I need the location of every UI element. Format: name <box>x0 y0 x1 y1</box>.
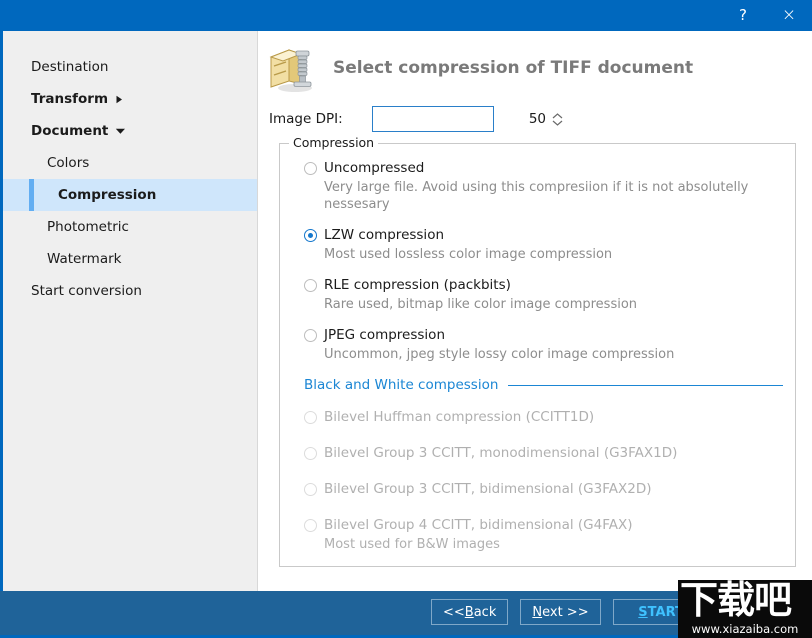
option-bilevel-g3fax1d: Bilevel Group 3 CCITT, monodimensional (… <box>304 443 789 463</box>
sidebar-item-document[interactable]: Document <box>3 115 257 147</box>
option-row: Bilevel Huffman compression (CCITT1D) <box>304 407 789 427</box>
black-and-white-section-header: Black and White compession <box>304 377 789 393</box>
back-button-accelerator: B <box>465 605 474 620</box>
application-window: ? × Destination Transform Document <box>0 0 812 638</box>
sidebar-item-photometric[interactable]: Photometric <box>3 211 257 243</box>
option-row: Bilevel Group 3 CCITT, bidimensional (G3… <box>304 479 789 499</box>
stepper-arrows[interactable] <box>552 107 567 131</box>
sidebar-item-label: Document <box>31 123 108 139</box>
option-description: Rare used, bitmap like color image compr… <box>304 296 789 313</box>
section-divider <box>508 385 783 386</box>
window-body: Destination Transform Document Colors <box>0 31 812 591</box>
option-description: Uncommon, jpeg style lossy color image c… <box>304 346 789 363</box>
page-title: Select compression of TIFF document <box>333 58 693 78</box>
zip-archive-icon <box>265 41 319 95</box>
fieldset-legend: Compression <box>289 135 378 150</box>
radio-bilevel-g4fax <box>304 519 317 532</box>
option-jpeg-compression[interactable]: JPEG compression Uncommon, jpeg style lo… <box>304 325 789 363</box>
option-lzw-compression[interactable]: LZW compression Most used lossless color… <box>304 225 789 263</box>
compression-fieldset: Compression Uncompressed Very large file… <box>279 143 796 567</box>
option-label: Bilevel Group 3 CCITT, bidimensional (G3… <box>324 481 652 497</box>
option-bilevel-huffman: Bilevel Huffman compression (CCITT1D) <box>304 407 789 427</box>
option-label: Bilevel Huffman compression (CCITT1D) <box>324 409 594 425</box>
option-bilevel-g4fax: Bilevel Group 4 CCITT, bidimensional (G4… <box>304 515 789 553</box>
option-label: RLE compression (packbits) <box>324 277 511 293</box>
option-label: JPEG compression <box>324 327 445 343</box>
chevron-down-icon <box>115 127 126 135</box>
radio-uncompressed[interactable] <box>304 162 317 175</box>
page-header: Select compression of TIFF document <box>265 41 693 95</box>
selection-accent-bar <box>29 179 34 211</box>
close-button[interactable]: × <box>766 0 812 31</box>
start-button-accelerator: S <box>638 605 647 620</box>
option-rle-compression[interactable]: RLE compression (packbits) Rare used, bi… <box>304 275 789 313</box>
sidebar: Destination Transform Document Colors <box>3 31 258 591</box>
sidebar-item-label: Compression <box>47 187 156 203</box>
sidebar-item-transform[interactable]: Transform <box>3 83 257 115</box>
radio-lzw-compression[interactable] <box>304 229 317 242</box>
sidebar-item-destination[interactable]: Destination <box>3 51 257 83</box>
chevron-up-icon[interactable] <box>552 113 563 119</box>
wizard-buttons: << Back Next >> START <box>431 599 710 625</box>
option-label: Bilevel Group 3 CCITT, monodimensional (… <box>324 445 677 461</box>
option-row: Bilevel Group 3 CCITT, monodimensional (… <box>304 443 789 463</box>
option-description: Very large file. Avoid using this compre… <box>304 179 789 213</box>
option-description: Most used lossless color image compressi… <box>304 246 789 263</box>
radio-rle-compression[interactable] <box>304 279 317 292</box>
option-description: Most used for B&W images <box>304 536 789 553</box>
option-bilevel-g3fax2d: Bilevel Group 3 CCITT, bidimensional (G3… <box>304 479 789 499</box>
sidebar-item-label: Watermark <box>47 251 121 267</box>
sidebar-item-start-conversion[interactable]: Start conversion <box>3 275 257 307</box>
option-row[interactable]: RLE compression (packbits) <box>304 275 789 295</box>
back-button-prefix: << <box>443 605 465 620</box>
compression-options: Uncompressed Very large file. Avoid usin… <box>304 158 789 557</box>
next-button-suffix: ext >> <box>542 605 588 620</box>
option-label: LZW compression <box>324 227 444 243</box>
image-dpi-label: Image DPI: <box>269 111 372 127</box>
image-dpi-stepper[interactable] <box>372 106 494 132</box>
watermark-logo-text: 下载吧 <box>680 580 812 622</box>
radio-bilevel-g3fax1d <box>304 447 317 460</box>
option-uncompressed[interactable]: Uncompressed Very large file. Avoid usin… <box>304 158 789 213</box>
radio-bilevel-g3fax2d <box>304 483 317 496</box>
option-label: Uncompressed <box>324 160 424 176</box>
image-dpi-row: Image DPI: <box>269 106 494 132</box>
sidebar-item-compression[interactable]: Compression <box>3 179 257 211</box>
title-bar: ? × <box>0 0 812 31</box>
radio-bilevel-huffman <box>304 411 317 424</box>
chevron-down-icon[interactable] <box>552 120 563 126</box>
sidebar-item-label: Transform <box>31 91 108 107</box>
sidebar-item-label: Start conversion <box>31 283 142 299</box>
title-bar-buttons: ? × <box>720 0 812 31</box>
sidebar-nav: Destination Transform Document Colors <box>3 51 257 307</box>
content-pane: Select compression of TIFF document Imag… <box>259 31 812 591</box>
radio-jpeg-compression[interactable] <box>304 329 317 342</box>
back-button-suffix: ack <box>474 605 497 620</box>
site-watermark: 下载吧 www.xiazaiba.com <box>678 580 812 638</box>
chevron-right-icon <box>115 95 124 104</box>
next-button[interactable]: Next >> <box>520 599 600 625</box>
option-row: Bilevel Group 4 CCITT, bidimensional (G4… <box>304 515 789 535</box>
sidebar-item-watermark[interactable]: Watermark <box>3 243 257 275</box>
back-button[interactable]: << Back <box>431 599 508 625</box>
option-row[interactable]: Uncompressed <box>304 158 789 178</box>
image-dpi-input[interactable] <box>373 110 552 128</box>
help-button[interactable]: ? <box>720 0 766 31</box>
option-label: Bilevel Group 4 CCITT, bidimensional (G4… <box>324 517 633 533</box>
option-row[interactable]: JPEG compression <box>304 325 789 345</box>
sidebar-item-label: Colors <box>47 155 89 171</box>
option-row[interactable]: LZW compression <box>304 225 789 245</box>
sidebar-item-label: Destination <box>31 59 108 75</box>
black-and-white-heading: Black and White compession <box>304 377 498 393</box>
sidebar-item-label: Photometric <box>47 219 129 235</box>
next-button-accelerator: N <box>532 605 542 620</box>
sidebar-item-colors[interactable]: Colors <box>3 147 257 179</box>
watermark-url: www.xiazaiba.com <box>678 622 812 636</box>
